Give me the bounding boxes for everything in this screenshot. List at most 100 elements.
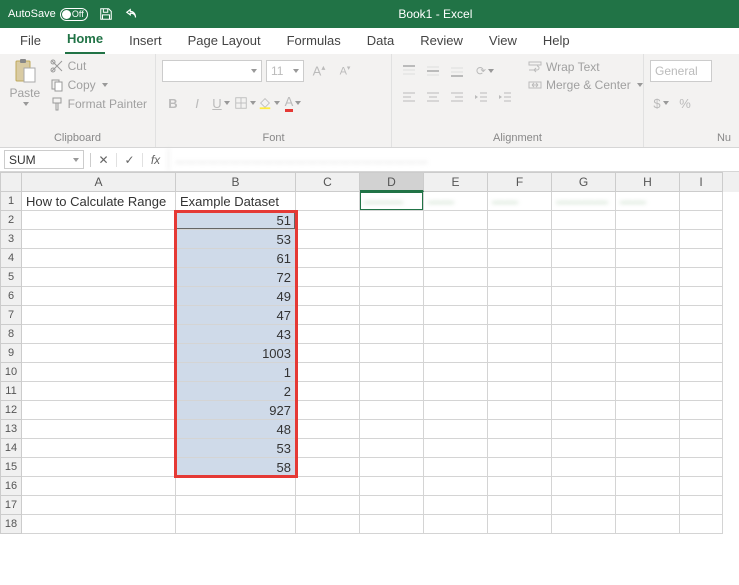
row-header[interactable]: 4 xyxy=(0,249,22,268)
row-header[interactable]: 17 xyxy=(0,496,22,515)
cell[interactable] xyxy=(552,211,616,230)
cell[interactable] xyxy=(176,477,296,496)
cell[interactable] xyxy=(616,477,680,496)
cell[interactable] xyxy=(296,363,360,382)
col-header-c[interactable]: C xyxy=(296,172,360,192)
cell[interactable] xyxy=(22,211,176,230)
cell[interactable] xyxy=(552,439,616,458)
cell[interactable] xyxy=(360,325,424,344)
col-header-g[interactable]: G xyxy=(552,172,616,192)
cell[interactable] xyxy=(552,268,616,287)
cell[interactable] xyxy=(680,439,723,458)
cell[interactable] xyxy=(424,496,488,515)
row-header[interactable]: 11 xyxy=(0,382,22,401)
cell[interactable] xyxy=(616,249,680,268)
cell[interactable] xyxy=(424,439,488,458)
cell[interactable] xyxy=(680,344,723,363)
cell[interactable] xyxy=(488,458,552,477)
cell[interactable] xyxy=(552,496,616,515)
cell[interactable] xyxy=(680,496,723,515)
cell[interactable] xyxy=(424,401,488,420)
row-header[interactable]: 9 xyxy=(0,344,22,363)
cell[interactable] xyxy=(22,420,176,439)
cell[interactable] xyxy=(296,287,360,306)
currency-button[interactable]: $ xyxy=(650,92,672,114)
cell[interactable] xyxy=(488,344,552,363)
cell[interactable] xyxy=(552,382,616,401)
font-color-button[interactable]: A xyxy=(282,92,304,114)
underline-button[interactable]: U xyxy=(210,92,232,114)
cell[interactable] xyxy=(22,230,176,249)
cell[interactable] xyxy=(616,268,680,287)
col-header-e[interactable]: E xyxy=(424,172,488,192)
cell[interactable] xyxy=(424,249,488,268)
cell[interactable] xyxy=(552,477,616,496)
tab-page-layout[interactable]: Page Layout xyxy=(186,29,263,54)
cell-b4[interactable]: 61 xyxy=(176,249,296,268)
cell[interactable] xyxy=(360,211,424,230)
increase-indent-button[interactable] xyxy=(494,86,516,108)
row-header[interactable]: 2 xyxy=(0,211,22,230)
row-header[interactable]: 13 xyxy=(0,420,22,439)
cell[interactable] xyxy=(616,382,680,401)
cell[interactable] xyxy=(424,420,488,439)
cell[interactable] xyxy=(616,344,680,363)
cell-b1[interactable]: Example Dataset xyxy=(176,192,296,211)
cell[interactable] xyxy=(680,249,723,268)
cell[interactable] xyxy=(176,515,296,534)
cell[interactable] xyxy=(552,458,616,477)
cell[interactable] xyxy=(296,268,360,287)
row-header[interactable]: 7 xyxy=(0,306,22,325)
cell[interactable] xyxy=(22,401,176,420)
col-header-d[interactable]: D xyxy=(360,172,424,192)
cell[interactable] xyxy=(360,382,424,401)
save-button[interactable] xyxy=(98,6,114,22)
orientation-button[interactable]: ⟳ xyxy=(470,60,500,82)
cell-b10[interactable]: 1 xyxy=(176,363,296,382)
cell[interactable] xyxy=(488,401,552,420)
cell[interactable] xyxy=(488,439,552,458)
cell[interactable] xyxy=(488,382,552,401)
cell[interactable] xyxy=(296,439,360,458)
cell[interactable] xyxy=(680,211,723,230)
cell[interactable] xyxy=(360,496,424,515)
cell[interactable] xyxy=(424,382,488,401)
cell-b7[interactable]: 47 xyxy=(176,306,296,325)
cell[interactable] xyxy=(488,287,552,306)
cell[interactable] xyxy=(296,249,360,268)
row-header[interactable]: 1 xyxy=(0,192,22,211)
number-format-select[interactable]: General xyxy=(650,60,712,82)
cell[interactable] xyxy=(616,458,680,477)
cell[interactable] xyxy=(616,230,680,249)
cell[interactable] xyxy=(360,420,424,439)
cell[interactable] xyxy=(424,363,488,382)
row-header[interactable]: 6 xyxy=(0,287,22,306)
tab-data[interactable]: Data xyxy=(365,29,396,54)
cell[interactable] xyxy=(22,382,176,401)
cell[interactable] xyxy=(22,249,176,268)
cell-b13[interactable]: 48 xyxy=(176,420,296,439)
cell[interactable] xyxy=(616,496,680,515)
cell[interactable] xyxy=(616,325,680,344)
cell-b3[interactable]: 53 xyxy=(176,230,296,249)
cell[interactable] xyxy=(22,344,176,363)
cell[interactable] xyxy=(22,458,176,477)
cell[interactable] xyxy=(360,439,424,458)
row-header[interactable]: 14 xyxy=(0,439,22,458)
cell[interactable] xyxy=(424,287,488,306)
decrease-font-button[interactable]: A▾ xyxy=(334,60,356,82)
cell[interactable] xyxy=(424,230,488,249)
row-header[interactable]: 12 xyxy=(0,401,22,420)
cell-b12[interactable]: 927 xyxy=(176,401,296,420)
cell-b15[interactable]: 58 xyxy=(176,458,296,477)
tab-review[interactable]: Review xyxy=(418,29,465,54)
format-painter-button[interactable]: Format Painter xyxy=(48,96,149,112)
row-header[interactable]: 8 xyxy=(0,325,22,344)
cell[interactable] xyxy=(680,382,723,401)
cell[interactable] xyxy=(552,420,616,439)
cell[interactable] xyxy=(22,439,176,458)
cell[interactable] xyxy=(552,344,616,363)
enter-formula-button[interactable]: ✓ xyxy=(116,153,142,167)
cell[interactable] xyxy=(680,401,723,420)
cell[interactable] xyxy=(680,325,723,344)
